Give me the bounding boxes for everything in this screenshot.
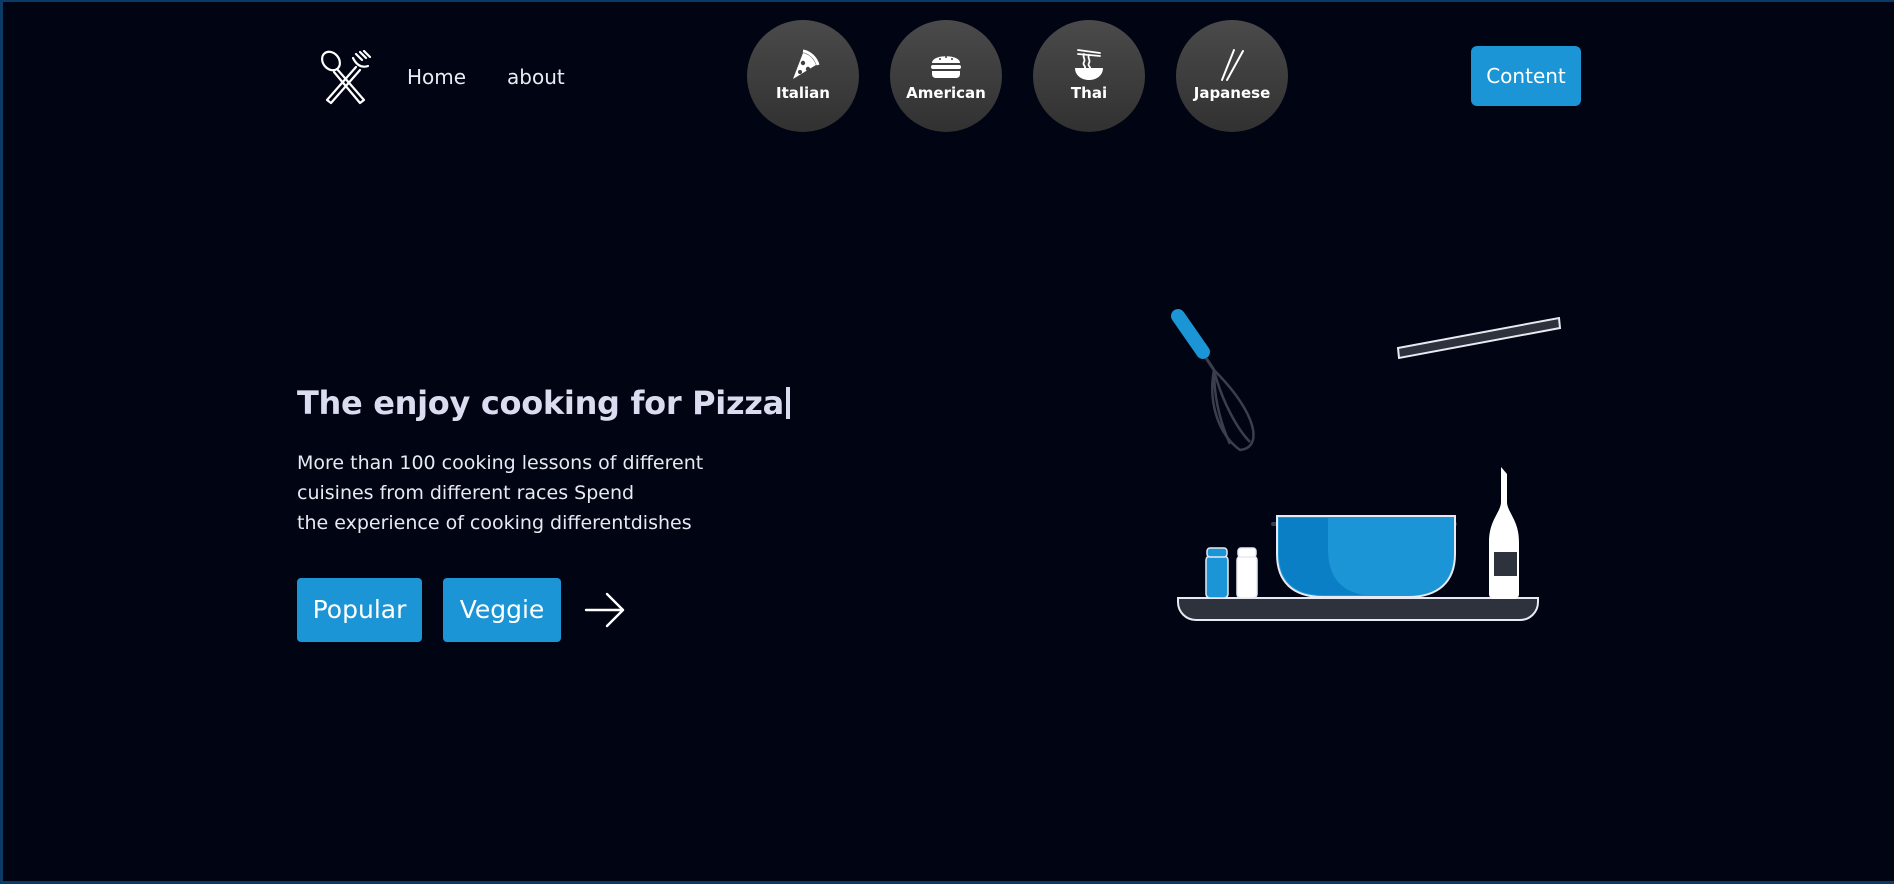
whisk-illustration bbox=[1171, 309, 1255, 452]
cuisine-thai-button[interactable]: Thai bbox=[1033, 20, 1145, 132]
hero-description-line: the experience of cooking differentdishe… bbox=[297, 512, 692, 534]
chopsticks-icon bbox=[1221, 49, 1244, 81]
cuisine-japanese-button[interactable]: Japanese bbox=[1176, 20, 1288, 132]
hero-title-text: The enjoy cooking for Pizza bbox=[297, 384, 784, 422]
page-frame: Home about Italian American Thai Japanes… bbox=[3, 2, 1894, 881]
kitchen-tools-icon bbox=[1171, 309, 1562, 621]
hero-description-line: More than 100 cooking lessons of differe… bbox=[297, 452, 704, 474]
hero-title: The enjoy cooking for Pizza bbox=[297, 382, 790, 424]
pizza-slice-icon bbox=[793, 49, 820, 79]
popular-button[interactable]: Popular bbox=[297, 578, 422, 642]
noodle-bowl-icon bbox=[1075, 49, 1103, 80]
veggie-button[interactable]: Veggie bbox=[443, 578, 561, 642]
typing-cursor bbox=[785, 387, 790, 419]
cuisine-thai-label: Thai bbox=[1070, 84, 1108, 102]
cuisine-american-label: American bbox=[906, 84, 986, 102]
burger-icon bbox=[931, 56, 961, 78]
cuisine-american-button[interactable]: American bbox=[890, 20, 1002, 132]
hero-description: More than 100 cooking lessons of differe… bbox=[297, 448, 817, 538]
nav-home-link[interactable]: Home bbox=[407, 65, 466, 89]
arrow-right-icon[interactable] bbox=[583, 590, 627, 630]
cuisine-italian-button[interactable]: Italian bbox=[747, 20, 859, 132]
content-button[interactable]: Content bbox=[1471, 46, 1581, 106]
nav-about-link[interactable]: about bbox=[507, 65, 565, 89]
cuisine-italian-label: Italian bbox=[776, 84, 830, 102]
cuisine-japanese-label: Japanese bbox=[1193, 84, 1271, 102]
spoon-fork-icon[interactable] bbox=[318, 50, 374, 106]
hero-description-line: cuisines from different races Spend bbox=[297, 482, 635, 504]
